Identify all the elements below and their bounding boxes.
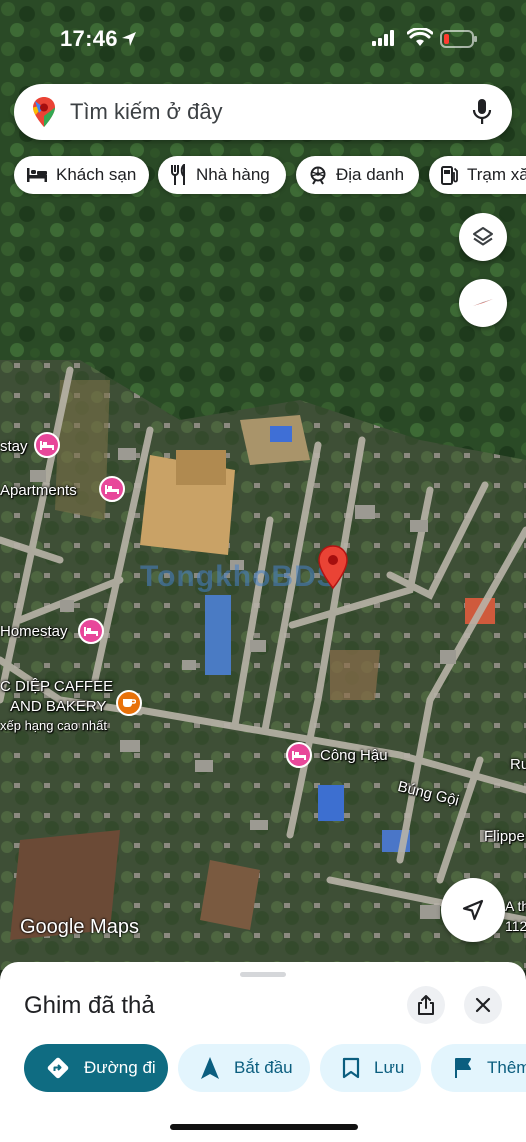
microphone-icon[interactable] [472, 98, 492, 126]
sheet-drag-handle[interactable] [240, 972, 286, 977]
action-label: Đường đi [84, 1058, 156, 1077]
map-label-homestay[interactable]: Homestay [0, 623, 68, 640]
bookmark-icon [342, 1057, 360, 1079]
add-label-button[interactable]: Thêm [431, 1044, 526, 1092]
hotel-icon [27, 168, 47, 182]
chip-label: Trạm xă [467, 165, 526, 184]
my-location-button[interactable] [441, 878, 505, 942]
cellular-signal-icon [372, 30, 394, 46]
navigation-arrow-outline-icon [462, 899, 484, 921]
hotel-poi-icon[interactable] [286, 742, 312, 768]
navigation-arrow-icon [201, 1057, 219, 1079]
close-button[interactable] [464, 986, 502, 1024]
google-maps-logo-icon [33, 97, 55, 127]
watermark: TongkhoBDS [140, 560, 338, 593]
start-button[interactable]: Bắt đầu [178, 1044, 310, 1092]
map-label-apartments[interactable]: Apartments [0, 482, 77, 499]
directions-button[interactable]: Đường đi [24, 1044, 168, 1092]
battery-low-icon [440, 30, 477, 48]
map-label-number: 112 [505, 918, 526, 934]
chip-label: Nhà hàng [196, 165, 270, 184]
sheet-title: Ghim đã thả [24, 992, 155, 1019]
chip-restaurants[interactable]: Nhà hàng [158, 156, 286, 194]
layers-button[interactable] [459, 213, 507, 261]
location-arrow-icon [122, 32, 136, 46]
map-label-a-th[interactable]: A th [505, 898, 526, 914]
dropped-pin-icon[interactable] [317, 544, 349, 590]
google-maps-attribution: Google Maps [20, 916, 139, 938]
satellite-imagery [0, 0, 526, 970]
save-button[interactable]: Lưu [320, 1044, 421, 1092]
landmark-icon [310, 166, 326, 185]
compass-icon [473, 299, 493, 306]
action-label: Bắt đầu [234, 1058, 293, 1077]
hotel-poi-icon[interactable] [78, 618, 104, 644]
flag-icon [455, 1058, 471, 1078]
wifi-icon [407, 28, 433, 46]
map-label-cafe-line2[interactable]: AND BAKERY [10, 698, 106, 715]
chip-gas-stations[interactable]: Trạm xă [429, 156, 526, 194]
cafe-poi-icon[interactable] [116, 690, 142, 716]
chip-label: Địa danh [336, 165, 405, 184]
search-bar[interactable] [14, 84, 512, 140]
compass-button[interactable] [459, 279, 507, 327]
layers-icon [473, 227, 493, 246]
satellite-map[interactable]: stay Apartments Homestay C DIỆP CAFFEE A… [0, 0, 526, 970]
map-label-ru[interactable]: Ru [510, 756, 526, 773]
map-label-flippe[interactable]: Flippe [484, 828, 525, 845]
hotel-poi-icon[interactable] [99, 476, 125, 502]
hotel-poi-icon[interactable] [34, 432, 60, 458]
map-label-cong-hau[interactable]: Công Hậu [320, 747, 388, 764]
status-bar: 17:46 [0, 0, 526, 72]
chip-landmarks[interactable]: Địa danh [296, 156, 419, 194]
home-indicator[interactable] [170, 1124, 358, 1130]
map-label-stay[interactable]: stay [0, 438, 28, 455]
directions-icon [47, 1057, 69, 1079]
search-input[interactable] [70, 92, 460, 132]
maps-screen: stay Apartments Homestay C DIỆP CAFFEE A… [0, 0, 526, 1142]
gas-station-icon [441, 166, 458, 185]
restaurant-icon [171, 164, 185, 185]
chip-hotels[interactable]: Khách sạn [14, 156, 149, 194]
share-button[interactable] [407, 986, 445, 1024]
status-time: 17:46 [60, 26, 118, 51]
chip-label: Khách sạn [56, 165, 137, 184]
share-icon [418, 995, 434, 1015]
action-label: Thêm [487, 1058, 526, 1077]
map-label-cafe-rating: xếp hạng cao nhất [0, 718, 107, 733]
map-label-cafe-line1[interactable]: C DIỆP CAFFEE [0, 678, 113, 695]
close-icon [475, 997, 491, 1013]
action-label: Lưu [374, 1058, 405, 1077]
dropped-pin-sheet[interactable]: Ghim đã thả Đường đi Bắt đầu Lưu Thêm [0, 962, 526, 1142]
